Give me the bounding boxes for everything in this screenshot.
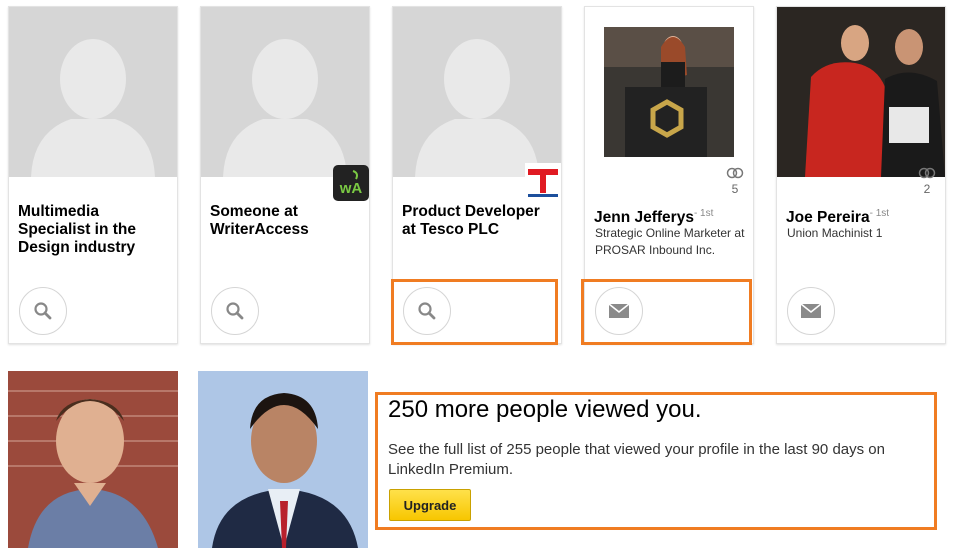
upgrade-button[interactable]: Upgrade xyxy=(389,489,471,521)
search-icon xyxy=(34,302,52,320)
highlight-box xyxy=(581,279,752,345)
connections-number: 5 xyxy=(731,182,739,196)
viewer-name[interactable]: Product Developer at Tesco PLC xyxy=(402,203,552,239)
promo-text: See the full list of 255 people that vie… xyxy=(388,441,885,478)
search-button[interactable] xyxy=(19,287,67,335)
viewer-name[interactable]: Joe Pereira xyxy=(786,209,870,226)
degree-badge: - 1st xyxy=(869,208,890,219)
connections-icon xyxy=(726,167,744,179)
viewer-headline: Union Machinist 1 xyxy=(787,226,883,240)
viewer-card[interactable]: Multimedia Specialist in the Design indu… xyxy=(8,6,178,344)
viewer-card[interactable]: 2 Joe Pereira- 1st Union Machinist 1 xyxy=(776,6,946,344)
profile-photo[interactable] xyxy=(585,7,753,177)
writeraccess-logo: wA xyxy=(333,165,369,201)
viewer-name[interactable]: Someone at WriterAccess xyxy=(210,203,360,239)
viewer-card[interactable]: wA Someone at WriterAccess xyxy=(200,6,370,344)
profile-photo[interactable] xyxy=(777,7,945,177)
connections-icon xyxy=(918,167,936,179)
default-avatar xyxy=(9,7,177,177)
tesco-logo xyxy=(525,163,561,199)
default-avatar xyxy=(393,7,561,177)
profile-photo-joe xyxy=(777,7,945,177)
svg-text:wA: wA xyxy=(339,180,363,197)
degree-badge: - 1st xyxy=(693,208,714,219)
default-avatar xyxy=(201,7,369,177)
mail-icon xyxy=(800,303,822,318)
viewer-name[interactable]: Jenn Jefferys xyxy=(594,209,694,226)
message-button[interactable] xyxy=(787,287,835,335)
viewer-photo[interactable] xyxy=(198,371,368,548)
viewer-photo[interactable] xyxy=(8,371,178,548)
highlight-box xyxy=(391,279,558,345)
search-icon xyxy=(226,302,244,320)
connections-number: 2 xyxy=(923,182,931,196)
viewer-name-row: Joe Pereira- 1st xyxy=(786,205,946,227)
viewer-headline: Strategic Online Marketer at PROSAR Inbo… xyxy=(595,226,745,257)
connections-count: 5 xyxy=(725,167,745,196)
profile-photo-brick xyxy=(8,371,178,548)
search-button[interactable] xyxy=(211,287,259,335)
connections-count: 2 xyxy=(917,167,937,196)
viewer-name-row: Jenn Jefferys- 1st xyxy=(594,205,754,227)
profile-photo-suit xyxy=(198,371,368,548)
promo-title: 250 more people viewed you. xyxy=(388,396,702,423)
profile-photo-jenn xyxy=(604,27,734,157)
viewer-name[interactable]: Multimedia Specialist in the Design indu… xyxy=(18,203,168,257)
